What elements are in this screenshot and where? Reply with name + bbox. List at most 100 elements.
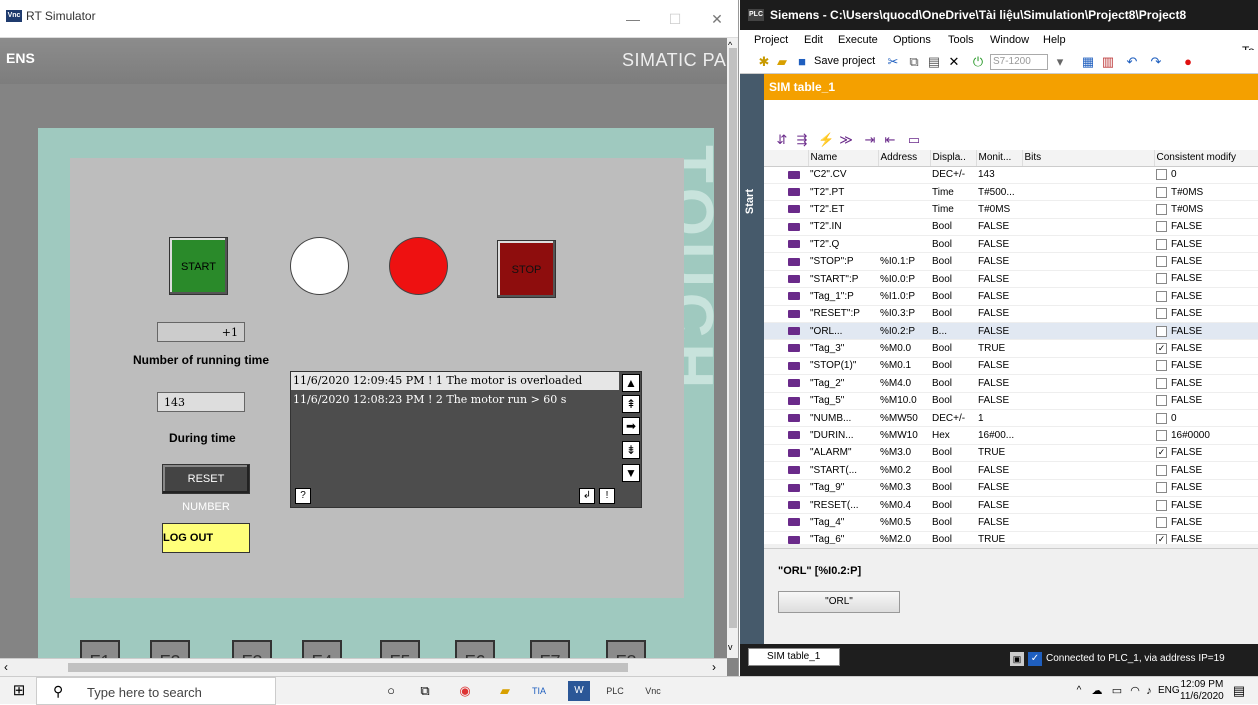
cell-address[interactable]: %M0.0 (878, 339, 930, 358)
modify-all-icon[interactable]: ≫ (838, 132, 854, 148)
notification-icon[interactable]: ▤ (1228, 681, 1250, 701)
cell-name[interactable]: "T2".Q (808, 235, 878, 254)
cell-display[interactable]: Bool (930, 218, 976, 237)
vertical-scrollbar[interactable]: ^ v (727, 38, 738, 658)
scroll-top-icon[interactable]: ▲ (622, 374, 640, 392)
cell-name[interactable]: "ORL... (808, 322, 878, 341)
redo-icon[interactable]: ↷ (1148, 54, 1164, 70)
table-row[interactable]: "DURIN... %MW10 Hex 16#00... 16#0000 (764, 426, 1258, 445)
start-button[interactable]: START (169, 237, 228, 295)
cell-name[interactable]: "STOP(1)" (808, 357, 878, 376)
cell-consistent[interactable]: FALSE (1171, 448, 1202, 459)
table-row[interactable]: "Tag_3" %M0.0 Bool TRUE ✓ FALSE (764, 339, 1258, 358)
maximize-icon[interactable]: ☐ (660, 6, 690, 32)
cell-name[interactable]: "T2".IN (808, 218, 878, 237)
modify-checkbox[interactable] (1156, 290, 1167, 302)
cell-display[interactable]: Time (930, 183, 976, 202)
modify-checkbox[interactable] (1156, 273, 1167, 285)
menu-edit[interactable]: Edit (804, 34, 823, 46)
cell-address[interactable]: %M0.3 (878, 479, 930, 497)
col-monitor[interactable]: Monit... (976, 150, 1023, 167)
minimize-icon[interactable]: — (618, 6, 648, 32)
cell-name[interactable]: "C2".CV (808, 166, 878, 184)
cell-address[interactable]: %I0.0:P (878, 270, 930, 289)
alarm-row[interactable]: 11/6/2020 12:09:45 PM ! 1 The motor is o… (291, 372, 619, 390)
file-explorer-icon[interactable]: ▰ (494, 681, 516, 701)
open-icon[interactable]: ▰ (774, 54, 790, 70)
modify-checkbox[interactable] (1156, 203, 1167, 215)
cell-display[interactable]: B... (930, 322, 976, 341)
cell-consistent[interactable]: 0 (1171, 413, 1177, 424)
word-icon[interactable]: W (568, 681, 590, 701)
undo-icon[interactable]: ↶ (1124, 54, 1140, 70)
taskbar-clock[interactable]: 12:09 PM 11/6/2020 (1180, 679, 1224, 703)
chrome-icon[interactable]: ◉ (454, 681, 476, 701)
cell-name[interactable]: "START":P (808, 270, 878, 289)
horizontal-scrollbar[interactable]: ‹ › (0, 658, 727, 676)
cell-display[interactable]: Bool (930, 287, 976, 306)
cell-name[interactable]: "T2".PT (808, 183, 878, 202)
cell-address[interactable] (878, 183, 930, 202)
table-row[interactable]: "Tag_9" %M0.3 Bool FALSE FALSE (764, 479, 1258, 497)
alarm-ack-loop-button[interactable]: ↲ (579, 488, 595, 504)
modify-checkbox[interactable] (1156, 360, 1167, 372)
add-all-icon[interactable]: ⇶ (794, 132, 810, 148)
cell-consistent[interactable]: FALSE (1171, 534, 1202, 544)
add-tag-icon[interactable]: ⇵ (774, 132, 790, 148)
cell-display[interactable]: Bool (930, 513, 976, 532)
menu-help[interactable]: Help (1043, 34, 1066, 46)
modify-checkbox[interactable] (1156, 169, 1167, 181)
cell-display[interactable]: Bool (930, 374, 976, 393)
cell-name[interactable]: "ALARM" (808, 444, 878, 463)
cpu-select[interactable]: S7-1200 (990, 54, 1048, 70)
modify-checkbox[interactable] (1156, 516, 1167, 528)
cell-address[interactable]: %M0.4 (878, 496, 930, 515)
alarm-row[interactable]: 11/6/2020 12:08:23 PM ! 2 The motor run … (291, 391, 619, 409)
cell-address[interactable]: %I0.1:P (878, 252, 930, 271)
tag-icon[interactable]: ▭ (906, 132, 922, 148)
cell-address[interactable]: %I0.3:P (878, 305, 930, 324)
menu-project[interactable]: Project (754, 34, 788, 46)
modify-checkbox[interactable] (1156, 429, 1167, 441)
table-row[interactable]: "ORL... %I0.2:P B... FALSE FALSE (764, 322, 1258, 341)
cell-display[interactable]: Bool (930, 496, 976, 515)
modify-icon[interactable]: ⚡ (818, 132, 834, 148)
table-row[interactable]: "Tag_4" %M0.5 Bool FALSE FALSE (764, 513, 1258, 532)
cell-display[interactable]: Bool (930, 444, 976, 463)
modify-checkbox[interactable] (1156, 238, 1167, 250)
cell-address[interactable]: %M4.0 (878, 374, 930, 393)
table-row[interactable]: "T2".IN Bool FALSE FALSE (764, 218, 1258, 237)
cell-consistent[interactable]: FALSE (1171, 256, 1202, 267)
table-row[interactable]: "START(... %M0.2 Bool FALSE FALSE (764, 461, 1258, 480)
stop-button[interactable]: STOP (497, 240, 556, 298)
col-bits[interactable]: Bits (1022, 150, 1155, 167)
cell-address[interactable]: %M0.2 (878, 461, 930, 480)
menu-execute[interactable]: Execute (838, 34, 878, 46)
cell-address[interactable]: %M2.0 (878, 531, 930, 544)
page-down-icon[interactable]: ⇟ (622, 441, 640, 459)
cell-name[interactable]: "Tag_5" (808, 392, 878, 410)
cell-name[interactable]: "Tag_9" (808, 479, 878, 497)
page-up-icon[interactable]: ⇞ (622, 395, 640, 413)
modify-checkbox[interactable] (1156, 482, 1167, 494)
menu-tools[interactable]: Tools (948, 34, 974, 46)
cell-name[interactable]: "STOP":P (808, 252, 878, 271)
chevron-down-icon[interactable]: v (728, 642, 733, 652)
cell-consistent[interactable]: FALSE (1171, 343, 1202, 354)
cell-name[interactable]: "NUMB... (808, 409, 878, 428)
cell-display[interactable]: Bool (930, 461, 976, 480)
col-display[interactable]: Displa.. (930, 150, 977, 167)
detail-toggle-button[interactable]: "ORL" (778, 591, 900, 613)
cell-consistent[interactable]: FALSE (1171, 500, 1202, 511)
cortana-icon[interactable]: ○ (380, 681, 402, 701)
cell-address[interactable]: %M0.1 (878, 357, 930, 376)
cell-display[interactable]: Hex (930, 426, 976, 445)
cell-display[interactable]: Bool (930, 270, 976, 289)
modify-checkbox[interactable] (1156, 325, 1167, 337)
cell-address[interactable]: %M10.0 (878, 392, 930, 410)
cell-name[interactable]: "Tag_2" (808, 374, 878, 393)
cell-display[interactable]: Time (930, 200, 976, 219)
network-icon[interactable]: ☁ (1086, 681, 1108, 701)
cell-address[interactable]: %MW10 (878, 426, 930, 445)
cell-address[interactable]: %M0.5 (878, 513, 930, 532)
